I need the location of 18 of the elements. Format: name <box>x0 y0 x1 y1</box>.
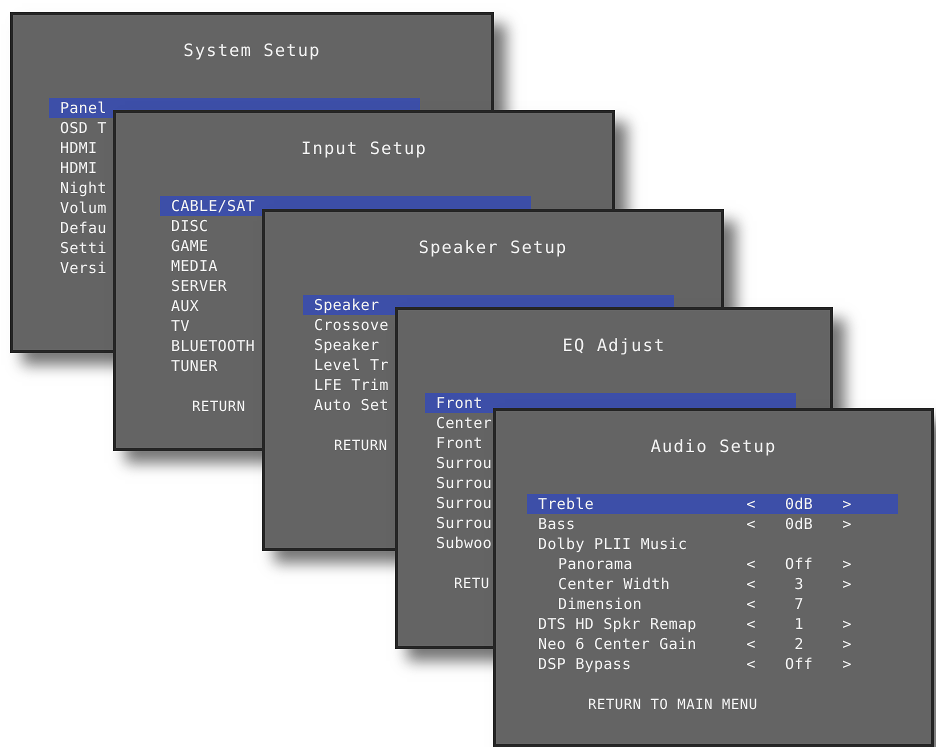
menu-item[interactable]: Treble < 0dB > <box>527 494 898 514</box>
return-button[interactable]: RETURN <box>334 436 388 456</box>
menu-title: System Setup <box>182 40 322 63</box>
menu-item[interactable]: Center Width < 3 > <box>527 574 898 594</box>
menu-title: Input Setup <box>300 138 428 161</box>
menu-title: Audio Setup <box>650 436 778 459</box>
return-button[interactable]: RETURN TO MAIN MENU <box>588 695 758 715</box>
return-button[interactable]: RETU <box>454 574 490 594</box>
menu-item[interactable]: Dolby PLII Music <box>527 534 898 554</box>
return-button[interactable]: RETURN <box>192 397 246 417</box>
menu-item[interactable]: DTS HD Spkr Remap < 1 > <box>527 614 898 634</box>
menu-title: EQ Adjust <box>562 335 666 358</box>
menu-item[interactable]: Neo 6 Center Gain < 2 > <box>527 634 898 654</box>
menu-item[interactable]: Panorama < Off > <box>527 554 898 574</box>
menu-item[interactable]: Dimension < 7 <box>527 594 898 614</box>
menu-item[interactable]: Bass < 0dB > <box>527 514 898 534</box>
menu-item[interactable]: DSP Bypass < Off > <box>527 654 898 674</box>
menu-title: Speaker Setup <box>418 237 568 260</box>
